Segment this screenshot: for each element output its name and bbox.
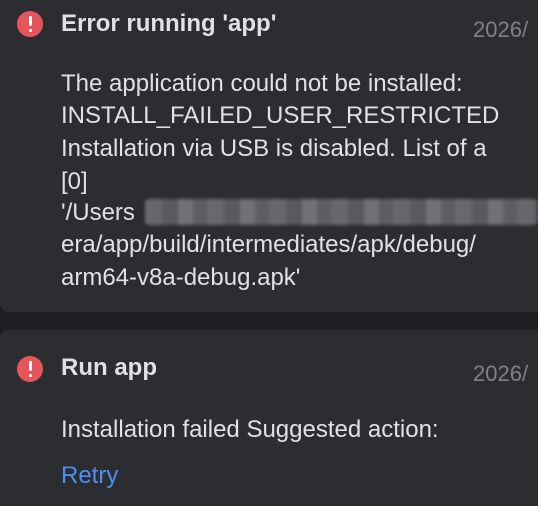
- notification-run-app: Run app 2026/ Installation failed Sugges…: [0, 330, 538, 506]
- redacted-path: [145, 199, 538, 225]
- notification-message: Installation failed Suggested action:: [61, 416, 439, 443]
- message-line: arm64-v8a-debug.apk': [61, 264, 301, 291]
- error-icon: [17, 356, 43, 382]
- message-line: [0]: [61, 168, 88, 195]
- notification-timestamp: 2026/: [473, 17, 529, 42]
- notification-timestamp: 2026/: [473, 361, 529, 386]
- message-line: Installation via USB is disabled. List o…: [61, 135, 487, 162]
- message-line: '/Users: [61, 199, 135, 226]
- notification-title: Run app: [61, 354, 157, 381]
- message-line: INSTALL_FAILED_USER_RESTRICTED: [61, 102, 500, 129]
- error-icon: [17, 11, 43, 37]
- notification-title: Error running 'app': [61, 10, 277, 37]
- retry-link[interactable]: Retry: [61, 462, 118, 490]
- message-line: era/app/build/intermediates/apk/debug/: [61, 231, 476, 258]
- notification-error-running-app: Error running 'app' 2026/ The applicatio…: [0, 0, 538, 312]
- message-line: The application could not be installed:: [61, 70, 463, 97]
